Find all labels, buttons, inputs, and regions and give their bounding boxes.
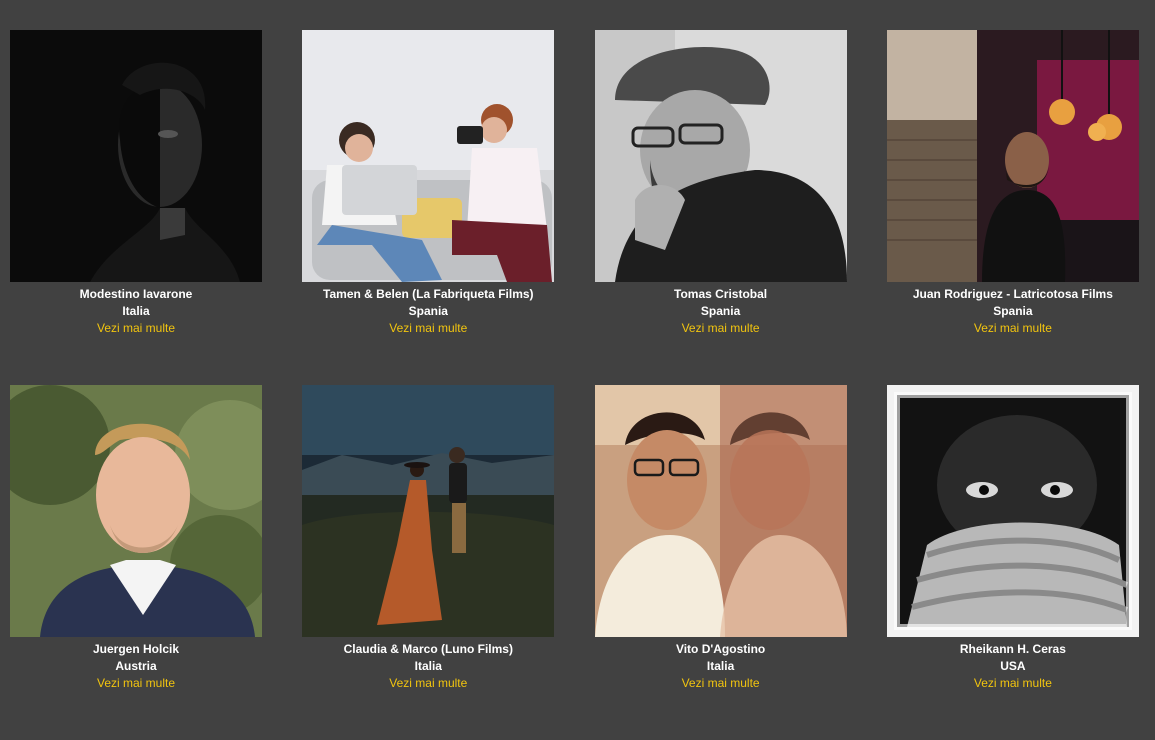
see-more-link[interactable]: Vezi mai multe <box>595 675 847 692</box>
photographer-name: Vito D'Agostino <box>675 642 766 656</box>
photographer-photo[interactable] <box>594 385 847 637</box>
photographer-photo[interactable] <box>10 385 262 637</box>
photographer-country: Austria <box>115 659 157 673</box>
see-more-link[interactable]: Vezi mai multe <box>10 675 262 692</box>
photographer-country: Italia <box>706 659 735 673</box>
photographer-card: Tomas Cristobal Spania Vezi mai multe <box>594 30 847 385</box>
see-more-link[interactable]: Vezi mai multe <box>302 675 554 692</box>
smiling-man-suit-image <box>10 385 262 637</box>
photographer-country: Italia <box>122 304 150 318</box>
photographer-country: Spania <box>993 304 1033 318</box>
couple-mountain-dress-image <box>302 385 555 637</box>
photographer-country: Spania <box>700 304 741 318</box>
portrait-dark-man-image <box>10 30 262 282</box>
photographer-card: Claudia & Marco (Luno Films) Italia Vezi… <box>302 385 555 740</box>
photographer-name: Claudia & Marco (Luno Films) <box>343 642 513 656</box>
see-more-link[interactable]: Vezi mai multe <box>595 320 847 337</box>
photographer-name: Modestino Iavarone <box>79 287 193 301</box>
photographer-photo[interactable] <box>886 30 1139 282</box>
photographer-name: Tomas Cristobal <box>674 287 768 301</box>
man-light-bulbs-image <box>886 30 1139 282</box>
photographer-country: USA <box>1000 659 1026 673</box>
bw-man-cap-smoking-image <box>594 30 847 282</box>
see-more-link[interactable]: Vezi mai multe <box>887 675 1139 692</box>
photographer-photo[interactable] <box>886 385 1139 637</box>
photographer-name: Juan Rodriguez - Latricotosa Films <box>912 287 1113 301</box>
photographer-grid: Modestino Iavarone Italia Vezi mai multe <box>10 30 1141 740</box>
photographer-photo[interactable] <box>10 30 262 282</box>
photographer-card: Juergen Holcik Austria Vezi mai multe <box>10 385 262 740</box>
man-glasses-reflection-image <box>594 385 847 637</box>
photographer-country: Italia <box>414 659 442 673</box>
photographer-country: Spania <box>408 304 448 318</box>
photographer-card: Juan Rodriguez - Latricotosa Films Spani… <box>886 30 1139 385</box>
bw-face-scarf-image <box>886 385 1139 637</box>
photographer-card: Rheikann H. Ceras USA Vezi mai multe <box>886 385 1139 740</box>
photographer-photo[interactable] <box>302 385 555 637</box>
see-more-link[interactable]: Vezi mai multe <box>302 320 554 337</box>
photographer-card: Vito D'Agostino Italia Vezi mai multe <box>594 385 847 740</box>
photographer-photo[interactable] <box>594 30 847 282</box>
photographer-photo[interactable] <box>302 30 555 282</box>
two-women-sofa-camera-image <box>302 30 555 282</box>
photographer-name: Tamen & Belen (La Fabriqueta Films) <box>323 287 534 301</box>
see-more-link[interactable]: Vezi mai multe <box>887 320 1139 337</box>
see-more-link[interactable]: Vezi mai multe <box>10 320 262 337</box>
photographer-name: Juergen Holcik <box>92 642 180 656</box>
photographer-name: Rheikann H. Ceras <box>959 642 1066 656</box>
photographer-card: Tamen & Belen (La Fabriqueta Films) Span… <box>302 30 555 385</box>
photographer-card: Modestino Iavarone Italia Vezi mai multe <box>10 30 262 385</box>
